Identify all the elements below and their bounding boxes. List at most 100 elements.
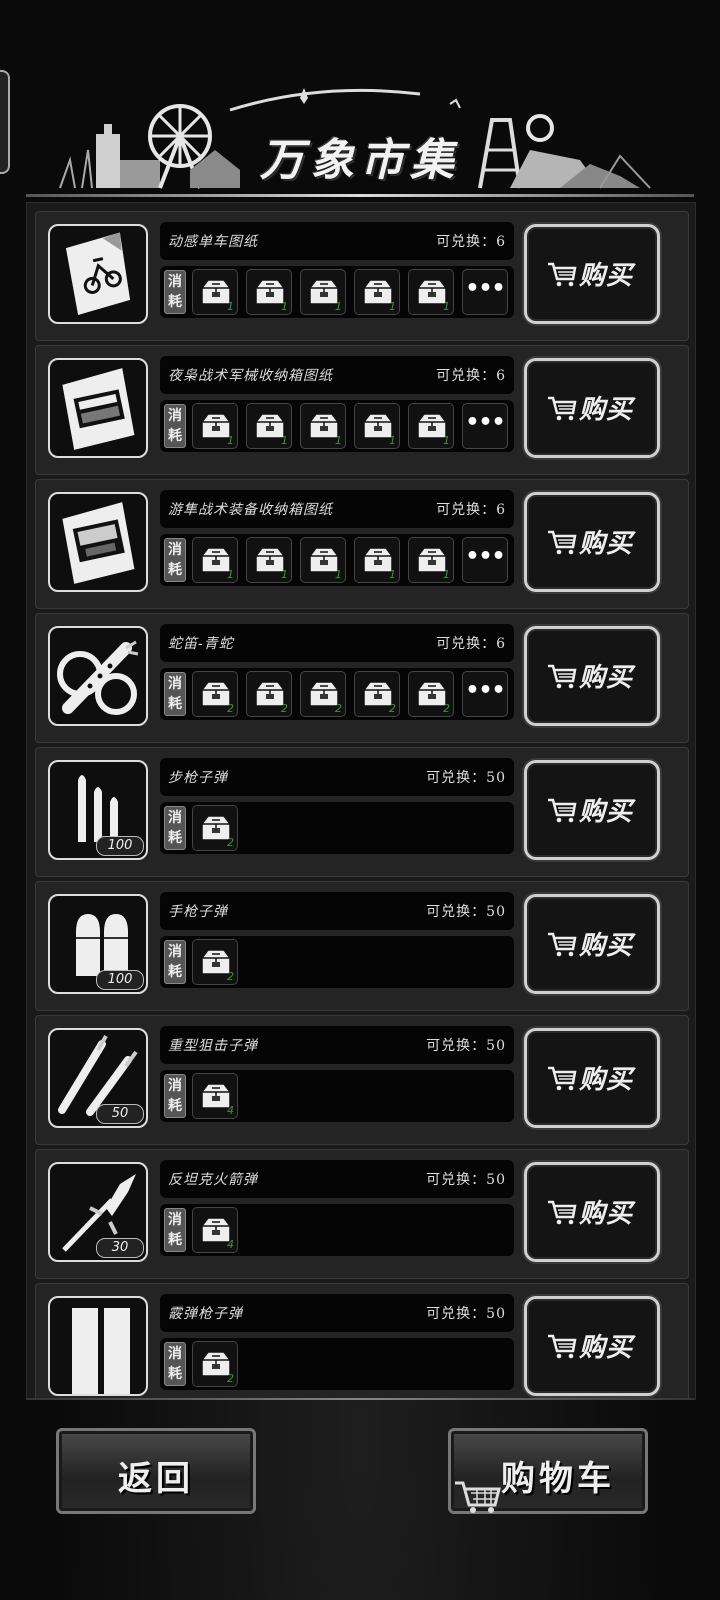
quantity-badge: 30 (96, 1238, 144, 1258)
item-info-bar: 游隼战术装备收纳箱图纸 可兑换：6 (160, 490, 514, 528)
shop-item-row[interactable]: 50 重型狙击子弹 可兑换：50 消耗 4 购买 (35, 1015, 689, 1145)
back-button[interactable]: 返回 (56, 1428, 256, 1514)
material-slot[interactable]: 1 (408, 269, 454, 315)
consume-tag: 消耗 (164, 672, 186, 716)
material-slot[interactable]: 1 (300, 403, 346, 449)
item-info-bar: 动感单车图纸 可兑换：6 (160, 222, 514, 260)
cart-icon (547, 797, 577, 829)
material-count: 1 (335, 434, 342, 447)
footer-divider (26, 1398, 694, 1400)
shop-item-row[interactable]: 游隼战术装备收纳箱图纸 可兑换：6 消耗 1 1 1 1 1 ••• 购买 (35, 479, 689, 609)
item-thumbnail[interactable] (48, 626, 148, 726)
material-slot[interactable]: 1 (246, 269, 292, 315)
material-slot[interactable]: 1 (354, 269, 400, 315)
item-name: 手枪子弹 (168, 904, 228, 920)
shop-item-row[interactable]: 100 步枪子弹 可兑换：50 消耗 2 购买 (35, 747, 689, 877)
consume-tag: 消耗 (164, 1208, 186, 1252)
item-thumbnail[interactable] (48, 492, 148, 592)
more-materials-button[interactable]: ••• (462, 537, 508, 583)
material-slot[interactable]: 2 (408, 671, 454, 717)
more-materials-button[interactable]: ••• (462, 403, 508, 449)
exchange-limit-value: 50 (486, 1172, 506, 1188)
material-slot[interactable]: 1 (192, 403, 238, 449)
material-slot[interactable]: 1 (246, 537, 292, 583)
buy-button[interactable]: 购买 (524, 1028, 660, 1128)
item-thumbnail[interactable] (48, 358, 148, 458)
materials-bar: 消耗 2 (160, 1338, 514, 1390)
material-count: 1 (443, 568, 450, 581)
cart-icon (547, 1333, 577, 1365)
buy-button[interactable]: 购买 (524, 626, 660, 726)
material-slot[interactable]: 4 (192, 1073, 238, 1119)
buy-button-label: 购买 (579, 663, 634, 693)
item-thumbnail[interactable]: 30 (48, 1162, 148, 1262)
quantity-badge: 100 (96, 836, 144, 856)
material-slot[interactable]: 1 (192, 269, 238, 315)
material-count: 4 (227, 1238, 234, 1251)
material-slot[interactable]: 1 (354, 403, 400, 449)
material-slot[interactable]: 1 (408, 537, 454, 583)
material-slot[interactable]: 2 (192, 671, 238, 717)
buy-button-label: 购买 (579, 1333, 634, 1363)
exchange-limit: 可兑换：6 (436, 365, 506, 385)
buy-button[interactable]: 购买 (524, 760, 660, 860)
blueprint-case-icon (62, 502, 135, 584)
cart-button[interactable]: 购物车 (448, 1428, 648, 1514)
exchange-limit-value: 50 (486, 1306, 506, 1322)
buy-button[interactable]: 购买 (524, 358, 660, 458)
shop-item-row[interactable]: 夜枭战术军械收纳箱图纸 可兑换：6 消耗 1 1 1 1 1 ••• 购买 (35, 345, 689, 475)
item-thumbnail[interactable] (48, 1296, 148, 1396)
exchange-limit-label: 可兑换： (426, 1306, 487, 1322)
cart-icon (547, 395, 577, 427)
item-thumbnail[interactable]: 100 (48, 760, 148, 860)
buy-button-label: 购买 (579, 1065, 634, 1095)
item-info-bar: 霰弹枪子弹 可兑换：50 (160, 1294, 514, 1332)
buy-button[interactable]: 购买 (524, 1296, 660, 1396)
item-name: 霰弹枪子弹 (168, 1306, 243, 1322)
buy-button[interactable]: 购买 (524, 224, 660, 324)
item-thumbnail[interactable]: 50 (48, 1028, 148, 1128)
shop-item-row[interactable]: 动感单车图纸 可兑换：6 消耗 1 1 1 1 1 ••• 购买 (35, 211, 689, 341)
material-slot[interactable]: 2 (192, 1341, 238, 1387)
shop-item-row[interactable]: 蛇笛-青蛇 可兑换：6 消耗 2 2 2 2 2 ••• 购买 (35, 613, 689, 743)
buy-button[interactable]: 购买 (524, 1162, 660, 1262)
material-slot[interactable]: 2 (246, 671, 292, 717)
buy-button-label: 购买 (579, 797, 634, 827)
material-count: 2 (227, 836, 234, 849)
material-slot[interactable]: 1 (408, 403, 454, 449)
item-name: 动感单车图纸 (168, 234, 258, 250)
material-slot[interactable]: 4 (192, 1207, 238, 1253)
exchange-limit: 可兑换：50 (426, 901, 506, 921)
material-slot[interactable]: 2 (300, 671, 346, 717)
shop-item-row[interactable]: 霰弹枪子弹 可兑换：50 消耗 2 购买 (35, 1283, 689, 1399)
buy-button[interactable]: 购买 (524, 894, 660, 994)
item-list[interactable]: 动感单车图纸 可兑换：6 消耗 1 1 1 1 1 ••• 购买 夜枭战术军械收… (26, 202, 696, 1400)
shop-item-row[interactable]: 30 反坦克火箭弹 可兑换：50 消耗 4 购买 (35, 1149, 689, 1279)
material-count: 2 (281, 702, 288, 715)
material-slot[interactable]: 2 (192, 805, 238, 851)
material-slot[interactable]: 1 (354, 537, 400, 583)
material-count: 1 (227, 434, 234, 447)
exchange-limit-label: 可兑换： (426, 770, 487, 786)
item-name: 游隼战术装备收纳箱图纸 (168, 502, 333, 518)
item-thumbnail[interactable] (48, 224, 148, 324)
more-materials-button[interactable]: ••• (462, 269, 508, 315)
item-info-bar: 重型狙击子弹 可兑换：50 (160, 1026, 514, 1064)
material-slot[interactable]: 1 (300, 537, 346, 583)
material-slot[interactable]: 2 (354, 671, 400, 717)
exchange-limit: 可兑换：50 (426, 767, 506, 787)
buy-button-label: 购买 (579, 931, 634, 961)
exchange-limit-label: 可兑换： (436, 234, 497, 250)
material-count: 1 (281, 434, 288, 447)
material-slot[interactable]: 1 (300, 269, 346, 315)
item-thumbnail[interactable]: 100 (48, 894, 148, 994)
consume-tag: 消耗 (164, 940, 186, 984)
buy-button-label: 购买 (579, 395, 634, 425)
more-materials-button[interactable]: ••• (462, 671, 508, 717)
buy-button[interactable]: 购买 (524, 492, 660, 592)
shop-item-row[interactable]: 100 手枪子弹 可兑换：50 消耗 2 购买 (35, 881, 689, 1011)
material-slot[interactable]: 1 (246, 403, 292, 449)
material-slot[interactable]: 2 (192, 939, 238, 985)
consume-tag: 消耗 (164, 1342, 186, 1386)
material-slot[interactable]: 1 (192, 537, 238, 583)
